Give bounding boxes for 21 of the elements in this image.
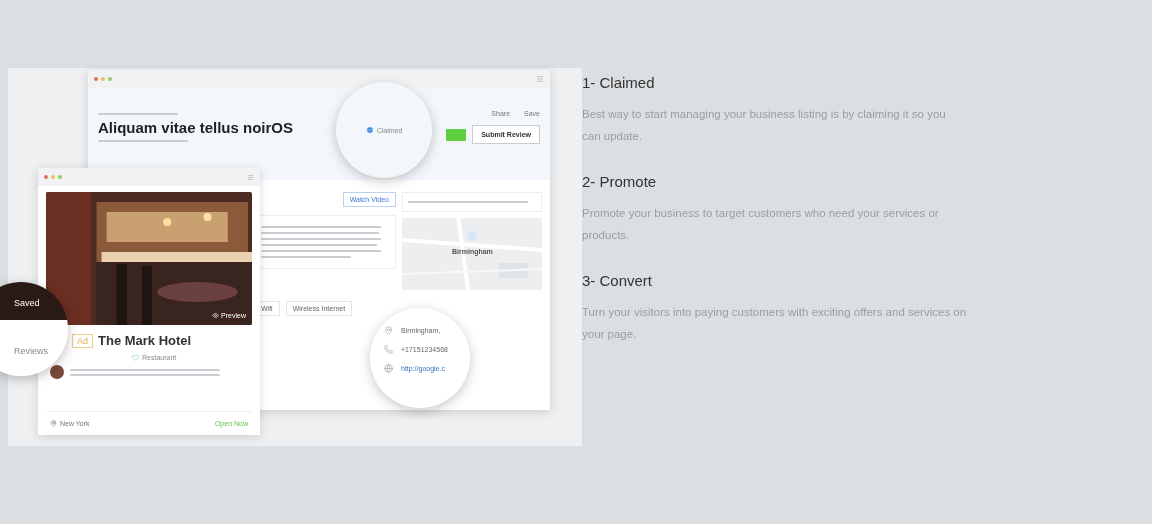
phone-icon: [384, 345, 393, 354]
heart-icon: [132, 354, 139, 361]
map-pin-icon: [384, 326, 393, 335]
step-text: Best way to start managing your business listing is by claiming it so you can update.: [582, 107, 947, 144]
saved-label: Saved: [14, 298, 40, 308]
step-title: 2- Promote: [582, 173, 658, 190]
step-title: 3- Convert: [582, 272, 654, 289]
card-title: The Mark Hotel: [98, 333, 192, 348]
reviews-label: Reviews: [14, 346, 48, 356]
step-title: 1- Claimed: [582, 74, 656, 91]
globe-icon: [384, 364, 393, 373]
eye-icon: [212, 312, 220, 319]
rating-badge: [446, 128, 467, 141]
menu-icon[interactable]: [536, 75, 544, 83]
listing-title: Aliquam vitae tellus noirOS: [98, 119, 294, 136]
step-text: Turn your visitors into paying customers with exciting offers and services on your page.: [582, 305, 967, 342]
ad-tag: Ad: [72, 333, 93, 348]
menu-icon[interactable]: [247, 173, 254, 181]
map-pin-icon: [50, 420, 57, 427]
step-text: Promote your business to target customers who need your services or products.: [582, 206, 940, 243]
avatar: [50, 365, 64, 379]
